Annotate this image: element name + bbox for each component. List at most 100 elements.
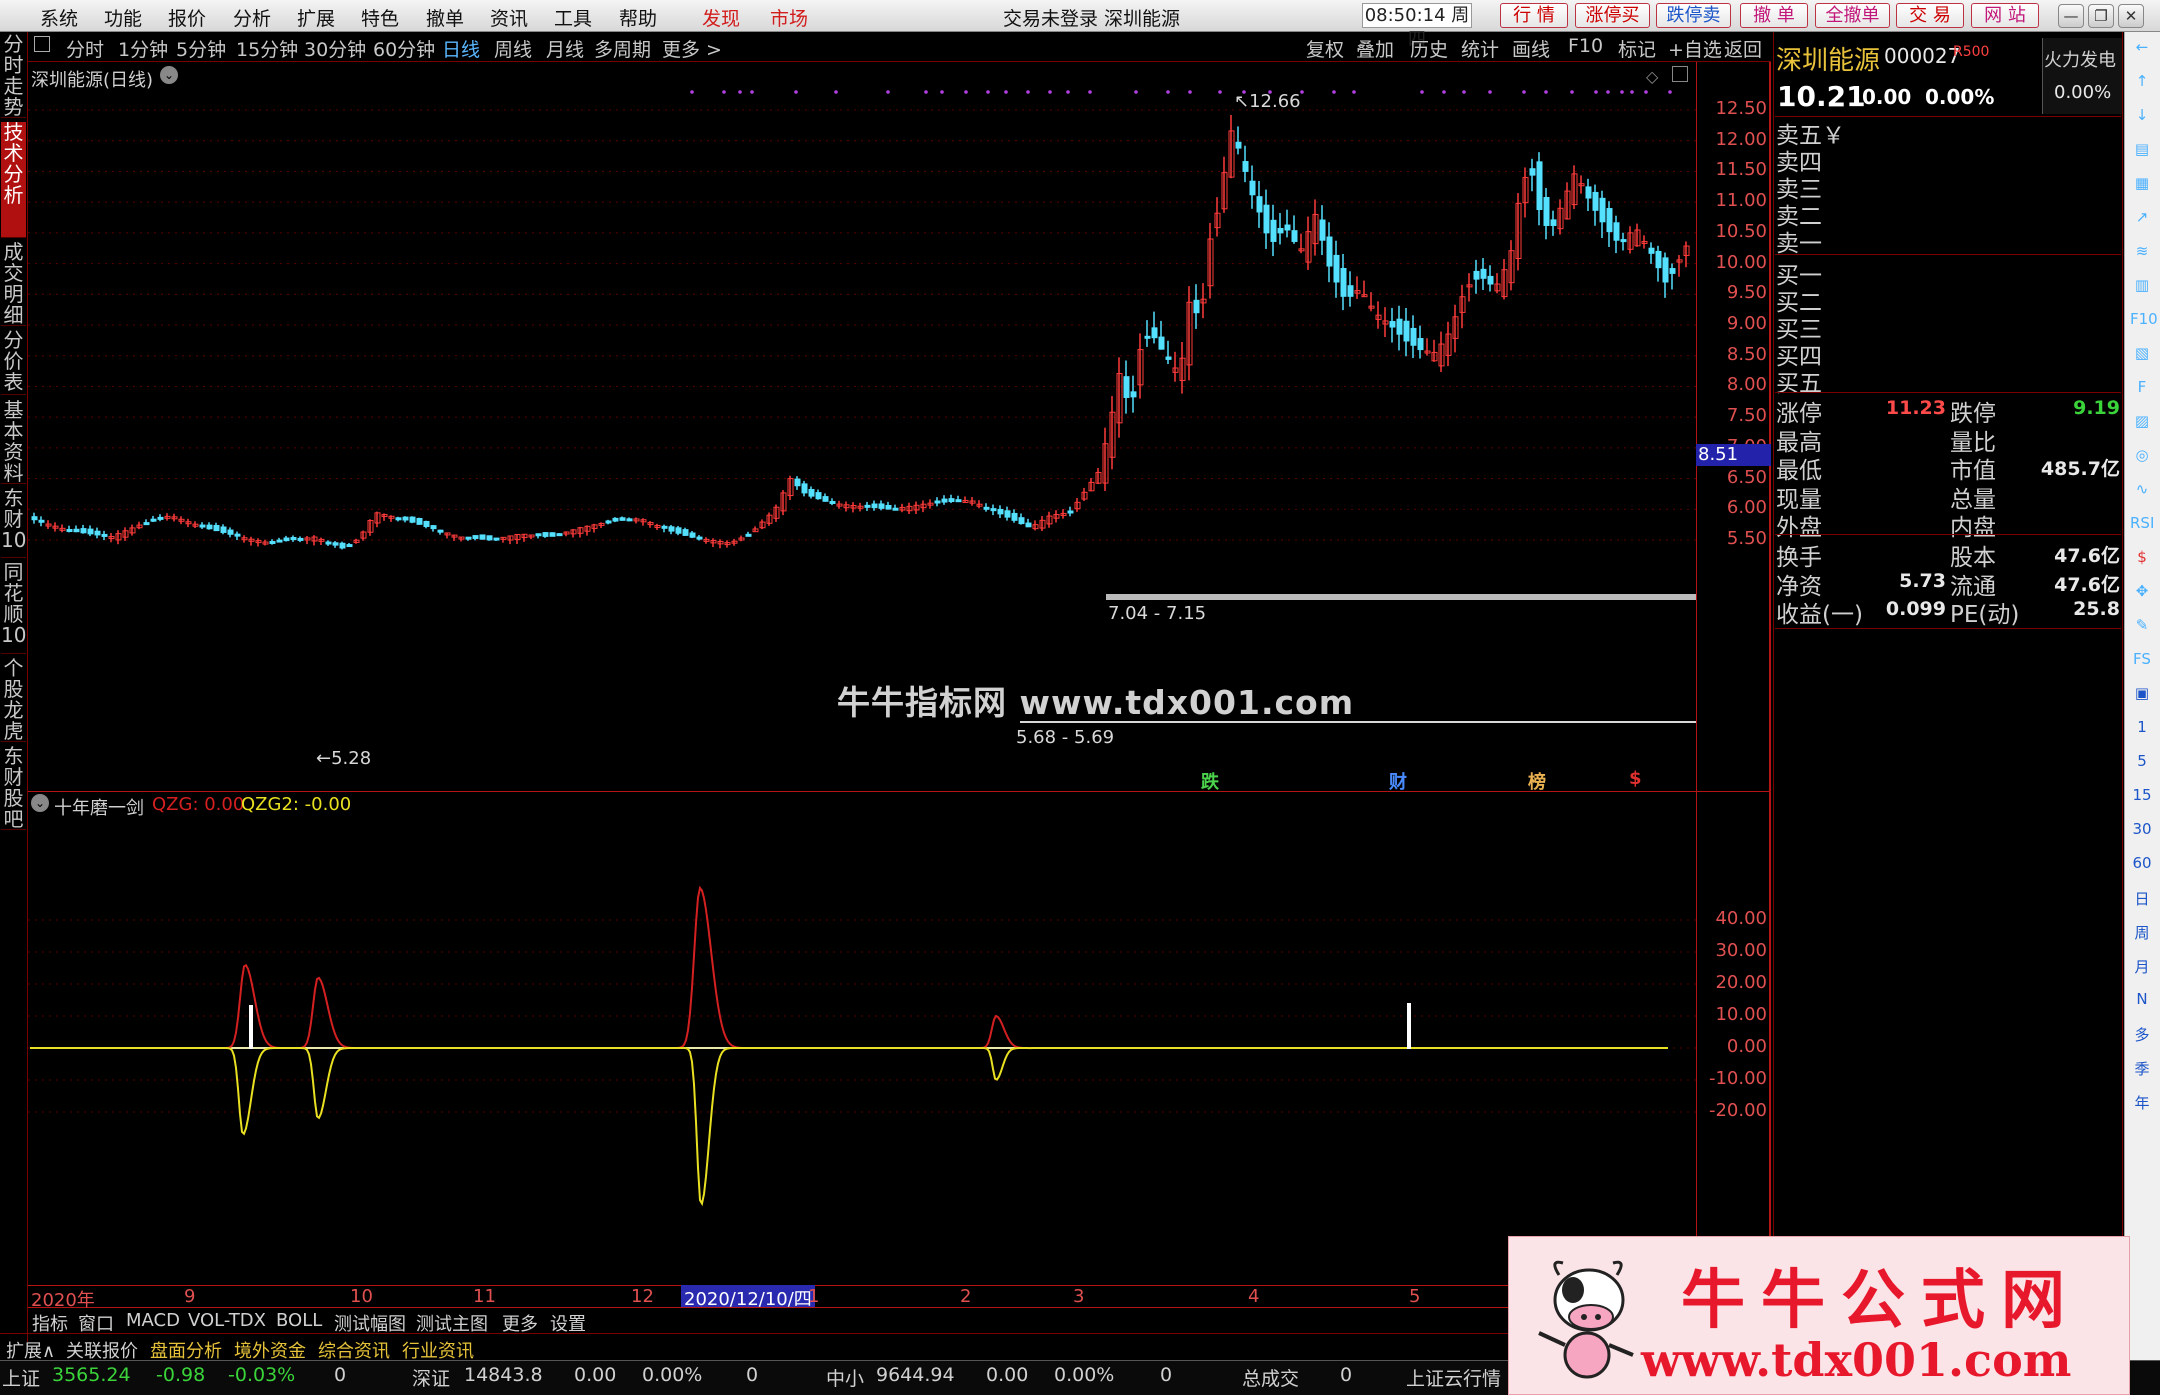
tab-dragon-tiger[interactable]: 个股龙虎 <box>1 658 26 742</box>
y-tick-label: 11.00 <box>1715 190 1767 212</box>
tab-dongcai10[interactable]: 东财10 <box>1 488 26 558</box>
tool-adjust[interactable]: 复权 <box>1306 35 1344 62</box>
zx-index-label[interactable]: 中小 <box>826 1364 864 1391</box>
website-button[interactable]: 网 站 <box>1971 3 2039 28</box>
toolstrip-icon[interactable]: ✥ <box>2130 582 2154 604</box>
tool-overlay[interactable]: 叠加 <box>1356 35 1394 62</box>
toolstrip-icon[interactable]: 月 <box>2130 956 2154 978</box>
menu-discover[interactable]: 发现 <box>702 4 740 31</box>
tab-fundamentals[interactable]: 基本资料 <box>1 400 26 484</box>
period-monthly[interactable]: 月线 <box>546 35 584 62</box>
menu-help[interactable]: 帮助 <box>619 4 657 31</box>
period-5min[interactable]: 5分钟 <box>176 35 226 62</box>
tab-boll[interactable]: BOLL <box>276 1310 322 1331</box>
toolstrip-icon[interactable]: ▤ <box>2130 140 2154 162</box>
tab-tonghuashun10[interactable]: 同花顺10 <box>1 562 26 654</box>
layout-toggle-icon[interactable] <box>34 36 50 52</box>
tool-history[interactable]: 历史 <box>1410 35 1448 62</box>
toolstrip-icon[interactable]: ↗ <box>2130 208 2154 230</box>
tab-macd[interactable]: MACD <box>126 1310 180 1331</box>
tab-technical[interactable]: 技术分析 <box>1 122 26 238</box>
toolstrip-icon[interactable]: ↑ <box>2130 72 2154 94</box>
tool-stats[interactable]: 统计 <box>1461 35 1499 62</box>
cancel-order-button[interactable]: 撤 单 <box>1740 3 1808 28</box>
toolstrip-icon[interactable]: 5 <box>2130 752 2154 774</box>
period-more[interactable]: 更多 > <box>662 35 722 62</box>
toolstrip-icon[interactable]: ← <box>2130 38 2154 60</box>
toolstrip-icon[interactable]: F <box>2130 378 2154 400</box>
menu-system[interactable]: 系统 <box>40 4 78 31</box>
tool-f10[interactable]: F10 <box>1568 35 1603 57</box>
restore-button[interactable]: ❐ <box>2088 4 2114 28</box>
toolstrip-icon[interactable]: ↓ <box>2130 106 2154 128</box>
tab-trades[interactable]: 成交明细 <box>1 242 26 326</box>
toolstrip-icon[interactable]: $ <box>2130 548 2154 570</box>
period-1min[interactable]: 1分钟 <box>118 35 168 62</box>
tab-intraday[interactable]: 分时走势 <box>1 34 26 118</box>
close-button[interactable]: ✕ <box>2118 4 2144 28</box>
qzg2-line <box>30 1046 1668 1207</box>
toolstrip-icon[interactable]: ≋ <box>2130 242 2154 264</box>
indicator-chart[interactable] <box>28 792 1696 1286</box>
cloud-quote-label[interactable]: 上证云行情 <box>1406 1364 1501 1391</box>
limit-up-buy-button[interactable]: 涨停买 <box>1575 3 1650 28</box>
event-marker-list[interactable]: 榜 <box>1528 768 1546 794</box>
tool-draw[interactable]: 画线 <box>1512 35 1550 62</box>
menu-analysis[interactable]: 分析 <box>233 4 271 31</box>
menu-function[interactable]: 功能 <box>104 4 142 31</box>
toolstrip-icon[interactable]: ▧ <box>2130 344 2154 366</box>
toolstrip-icon[interactable]: 15 <box>2130 786 2154 808</box>
tab-price-table[interactable]: 分价表 <box>1 330 26 395</box>
sh-index-label[interactable]: 上证 <box>2 1364 40 1391</box>
period-30min[interactable]: 30分钟 <box>304 35 366 62</box>
period-daily[interactable]: 日线 <box>442 35 480 62</box>
toolstrip-icon[interactable]: 季 <box>2130 1058 2154 1080</box>
toolstrip-icon[interactable]: ▦ <box>2130 174 2154 196</box>
menu-tools[interactable]: 工具 <box>554 4 592 31</box>
menu-features[interactable]: 特色 <box>361 4 399 31</box>
toolstrip-icon[interactable]: 1 <box>2130 718 2154 740</box>
toolstrip-icon[interactable]: 年 <box>2130 1092 2154 1114</box>
toolstrip-icon[interactable]: RSI <box>2130 514 2154 536</box>
site-banner[interactable]: 牛牛公式网 www.tdx001.com <box>1508 1236 2130 1395</box>
candle-body <box>892 507 899 511</box>
period-weekly[interactable]: 周线 <box>494 35 532 62</box>
toolstrip-icon[interactable]: N <box>2130 990 2154 1012</box>
quote-button[interactable]: 行 情 <box>1500 3 1568 28</box>
toolstrip-icon[interactable]: ▣ <box>2130 684 2154 706</box>
period-60min[interactable]: 60分钟 <box>373 35 435 62</box>
tool-mark[interactable]: 标记 <box>1618 35 1656 62</box>
toolstrip-icon[interactable]: ∿ <box>2130 480 2154 502</box>
toolstrip-icon[interactable]: 周 <box>2130 922 2154 944</box>
toolstrip-icon[interactable]: 多 <box>2130 1024 2154 1046</box>
menu-cancel-order[interactable]: 撤单 <box>426 4 464 31</box>
menu-extend[interactable]: 扩展 <box>297 4 335 31</box>
event-marker-finance[interactable]: 财 <box>1389 768 1407 794</box>
menu-news[interactable]: 资讯 <box>490 4 528 31</box>
tab-vol-tdx[interactable]: VOL-TDX <box>188 1310 266 1331</box>
sz-index-label[interactable]: 深证 <box>412 1364 450 1391</box>
toolstrip-icon[interactable]: FS <box>2130 650 2154 672</box>
toolstrip-icon[interactable]: ▨ <box>2130 412 2154 434</box>
period-multi[interactable]: 多周期 <box>594 35 651 62</box>
cancel-all-button[interactable]: 全撤单 <box>1815 3 1890 28</box>
toolstrip-icon[interactable]: 日 <box>2130 888 2154 910</box>
menu-quote[interactable]: 报价 <box>168 4 206 31</box>
event-marker-drop[interactable]: 跌 <box>1201 768 1219 794</box>
toolstrip-icon[interactable]: ◎ <box>2130 446 2154 468</box>
event-marker-dollar[interactable]: $ <box>1629 768 1642 789</box>
menu-market[interactable]: 市场 <box>770 4 808 31</box>
minimize-button[interactable]: — <box>2058 4 2084 28</box>
tool-add-watchlist[interactable]: +自选 <box>1668 35 1722 62</box>
toolstrip-icon[interactable]: ▥ <box>2130 276 2154 298</box>
toolstrip-icon[interactable]: F10 <box>2130 310 2158 332</box>
period-15min[interactable]: 15分钟 <box>236 35 298 62</box>
trade-button[interactable]: 交 易 <box>1896 3 1964 28</box>
limit-down-sell-button[interactable]: 跌停卖 <box>1656 3 1731 28</box>
tab-guba[interactable]: 东财股吧 <box>1 746 26 830</box>
toolstrip-icon[interactable]: ✎ <box>2130 616 2154 638</box>
period-intraday[interactable]: 分时 <box>66 35 104 62</box>
toolstrip-icon[interactable]: 30 <box>2130 820 2154 842</box>
tool-back[interactable]: 返回 <box>1724 35 1762 62</box>
toolstrip-icon[interactable]: 60 <box>2130 854 2154 876</box>
